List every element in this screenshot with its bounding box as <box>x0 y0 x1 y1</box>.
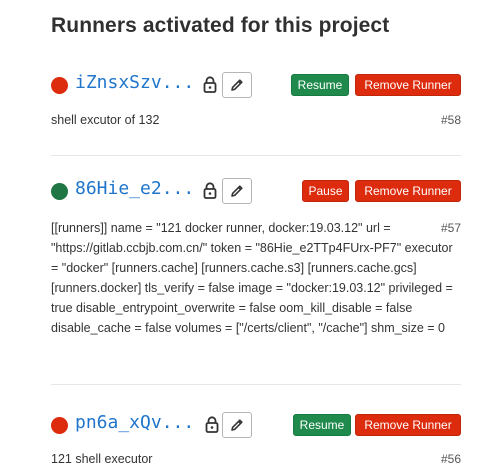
runner-description: shell excutor of 132 <box>51 113 160 127</box>
runner-description: 121 shell executor <box>51 452 153 466</box>
runner-id: #57 <box>436 221 461 235</box>
resume-button[interactable]: Resume <box>293 414 351 436</box>
runner-item: iZnsxSzv... Resume Remove Runner shell e… <box>51 72 461 127</box>
edit-runner-button[interactable] <box>222 178 252 204</box>
remove-runner-button[interactable]: Remove Runner <box>355 74 461 96</box>
runner-item: 86Hie_e2... Pause Remove Runner [[runner… <box>51 178 461 335</box>
divider <box>51 155 461 156</box>
runner-description: [[runners]] name = "121 docker runner, d… <box>51 221 453 335</box>
pause-button[interactable]: Pause <box>302 180 349 202</box>
pencil-icon <box>231 419 243 431</box>
runner-token-link[interactable]: pn6a_xQv... <box>75 412 194 433</box>
divider <box>51 384 461 385</box>
runner-id: #58 <box>440 113 461 127</box>
pencil-icon <box>231 79 243 91</box>
runner-token-link[interactable]: iZnsxSzv... <box>75 72 194 93</box>
pencil-icon <box>231 185 243 197</box>
status-paused-icon <box>51 77 68 94</box>
remove-runner-button[interactable]: Remove Runner <box>355 180 461 202</box>
edit-runner-button[interactable] <box>222 412 252 438</box>
lock-icon <box>203 182 217 199</box>
resume-button[interactable]: Resume <box>291 74 349 96</box>
edit-runner-button[interactable] <box>222 72 252 98</box>
status-active-icon <box>51 183 68 200</box>
page-title: Runners activated for this project <box>51 14 390 37</box>
runner-item: pn6a_xQv... Resume Remove Runner 121 she… <box>51 412 461 466</box>
runner-token-link[interactable]: 86Hie_e2... <box>75 178 194 199</box>
remove-runner-button[interactable]: Remove Runner <box>355 414 461 436</box>
status-paused-icon <box>51 417 68 434</box>
lock-icon <box>203 76 217 93</box>
lock-icon <box>205 416 219 433</box>
runner-id: #56 <box>440 452 461 466</box>
